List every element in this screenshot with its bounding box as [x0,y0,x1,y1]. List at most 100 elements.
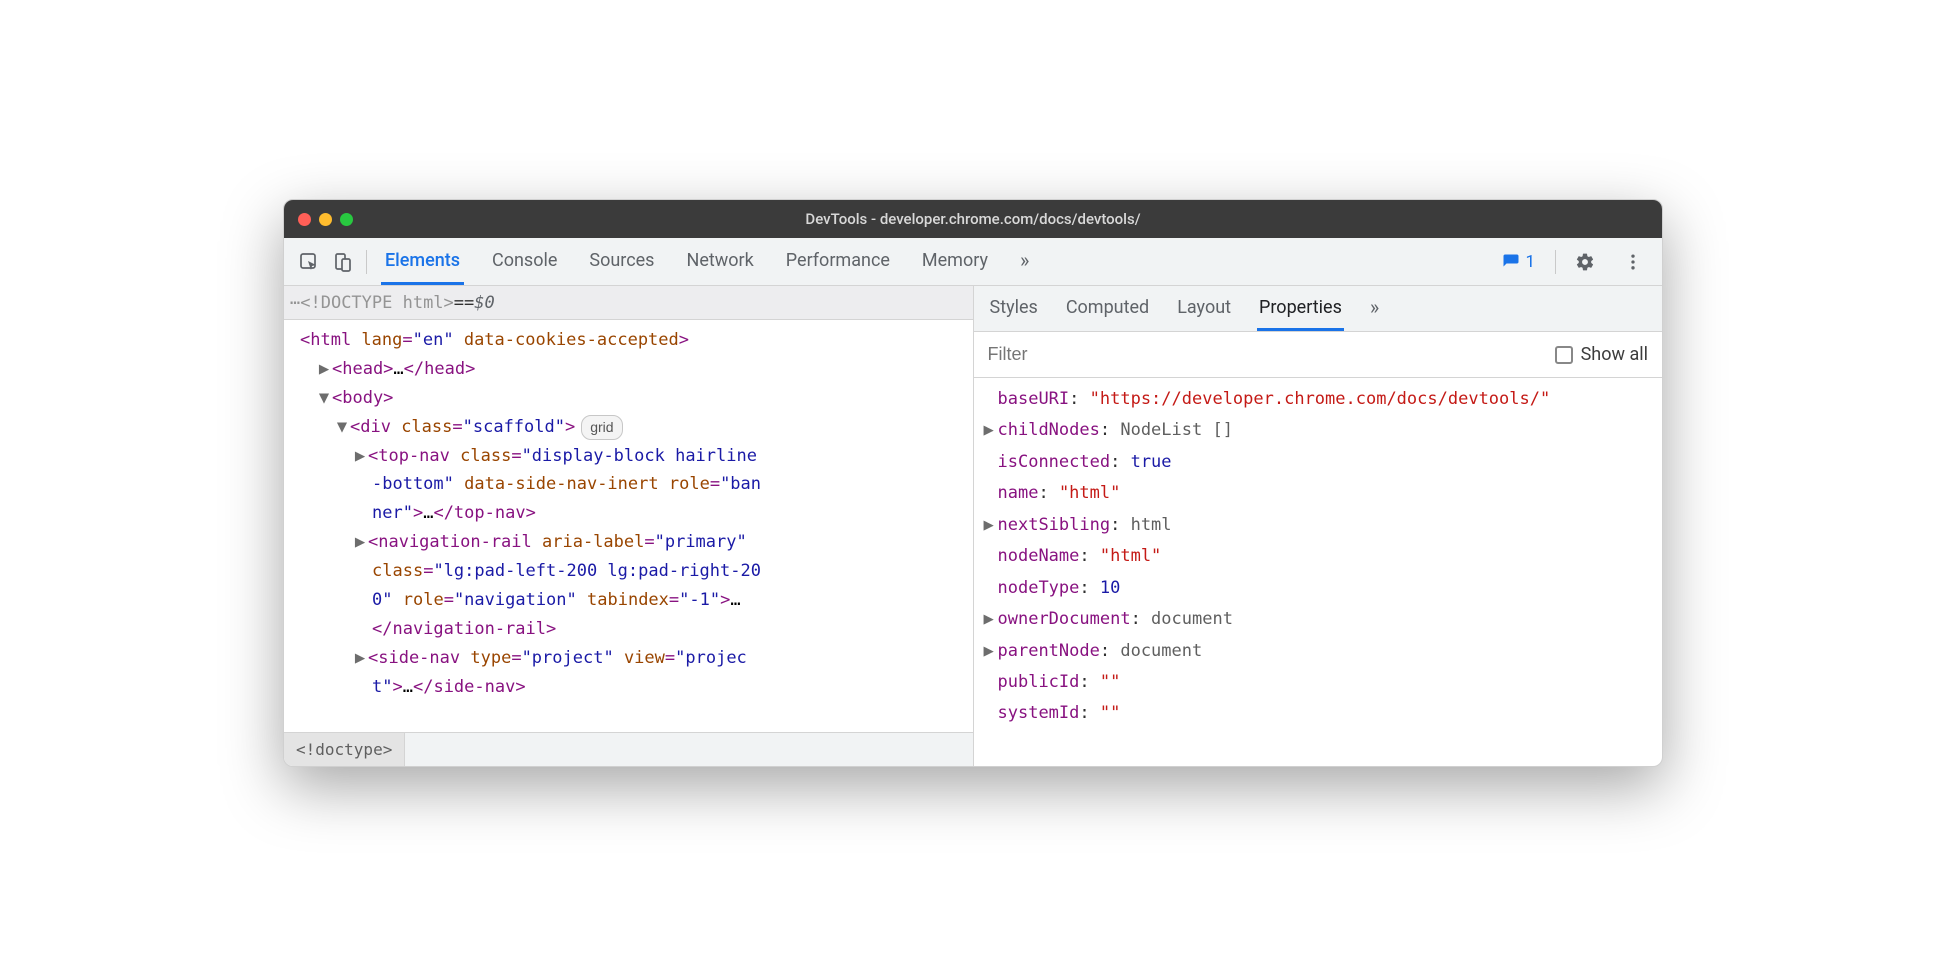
dom-node-navrail-close[interactable]: </navigation-rail> [290,615,973,644]
dom-node-sidenav[interactable]: ▶<side-nav type="project" view="projec [290,644,973,673]
toolbar-right: 1 [1496,247,1652,277]
property-value: "html" [1059,483,1120,503]
sidebar-tabs: Styles Computed Layout Properties » [974,286,1663,332]
expand-icon[interactable] [984,573,998,604]
dom-node-sidenav-cont[interactable]: t">…</side-nav> [290,673,973,702]
property-value: "" [1100,703,1120,723]
subtab-layout[interactable]: Layout [1175,286,1233,331]
property-row[interactable]: name: "html" [984,478,1653,509]
main-tabs: Elements Console Sources Network Perform… [375,238,1033,285]
filter-input[interactable] [988,344,1555,365]
expand-icon[interactable]: ▶ [354,442,366,471]
expand-icon[interactable] [984,384,998,415]
expand-icon[interactable]: ▶ [984,636,998,667]
tab-memory[interactable]: Memory [918,238,992,285]
toolbar-separator [1555,250,1556,274]
property-row[interactable]: ▶parentNode: document [984,636,1653,667]
property-value: document [1120,641,1202,661]
collapse-icon[interactable]: ▼ [318,384,330,413]
dom-node-navrail-cont[interactable]: class="lg:pad-left-200 lg:pad-right-20 [290,557,973,586]
more-menu-icon[interactable] [1618,247,1648,277]
expand-icon[interactable]: ▶ [984,510,998,541]
tab-console[interactable]: Console [488,238,561,285]
property-name: nodeType [998,578,1080,598]
expand-icon[interactable] [984,667,998,698]
inspect-element-icon[interactable] [294,247,324,277]
property-row[interactable]: systemId: "" [984,698,1653,729]
property-row[interactable]: ▶nextSibling: html [984,510,1653,541]
property-name: childNodes [998,420,1100,440]
device-toolbar-icon[interactable] [328,247,358,277]
expand-icon[interactable] [984,447,998,478]
property-row[interactable]: ▶childNodes: NodeList [] [984,415,1653,446]
issues-badge[interactable]: 1 [1496,250,1541,274]
property-name: baseURI [998,389,1070,409]
property-name: parentNode [998,641,1100,661]
property-name: isConnected [998,452,1111,472]
tab-sources[interactable]: Sources [585,238,658,285]
dom-node-topnav-cont[interactable]: -bottom" data-side-nav-inert role="ban [290,470,973,499]
devtools-window: DevTools - developer.chrome.com/docs/dev… [283,199,1663,767]
expand-icon[interactable]: ▶ [354,644,366,673]
dom-node-topnav[interactable]: ▶<top-nav class="display-block hairline [290,442,973,471]
titlebar: DevTools - developer.chrome.com/docs/dev… [284,200,1662,238]
property-value: document [1151,609,1233,629]
property-value: NodeList [] [1120,420,1233,440]
settings-gear-icon[interactable] [1570,247,1600,277]
layout-badge-grid[interactable]: grid [581,415,622,441]
elements-panel: ⋯ <!DOCTYPE html> == $0 <html lang="en" … [284,286,974,766]
expand-icon[interactable]: ▶ [984,604,998,635]
dom-node-navrail-cont2[interactable]: 0" role="navigation" tabindex="-1">… [290,586,973,615]
property-value: html [1131,515,1172,535]
window-title: DevTools - developer.chrome.com/docs/dev… [284,210,1662,228]
subtabs-overflow-icon[interactable]: » [1368,286,1381,331]
selected-doctype: <!DOCTYPE html> [300,293,454,313]
property-row[interactable]: publicId: "" [984,667,1653,698]
property-name: systemId [998,703,1080,723]
expand-icon[interactable]: ▶ [354,528,366,557]
property-value: "html" [1100,546,1161,566]
dom-node-html[interactable]: <html lang="en" data-cookies-accepted> [290,326,973,355]
property-value: 10 [1100,578,1120,598]
show-all-label: Show all [1581,344,1648,365]
tabs-overflow-icon[interactable]: » [1016,238,1033,285]
expand-icon[interactable] [984,698,998,729]
properties-list[interactable]: baseURI: "https://developer.chrome.com/d… [974,378,1663,766]
property-name: nextSibling [998,515,1111,535]
collapse-icon[interactable]: ▼ [336,413,348,442]
expand-icon[interactable] [984,541,998,572]
expand-icon[interactable]: ▶ [984,415,998,446]
property-value: true [1131,452,1172,472]
tab-performance[interactable]: Performance [782,238,894,285]
tab-network[interactable]: Network [682,238,757,285]
dom-node-head[interactable]: ▶<head>…</head> [290,355,973,384]
subtab-properties[interactable]: Properties [1257,286,1344,331]
dom-node-scaffold[interactable]: ▼<div class="scaffold">grid [290,413,973,442]
selection-eq: == [454,293,474,313]
property-value: "https://developer.chrome.com/docs/devto… [1090,389,1551,409]
breadcrumb-doctype[interactable]: <!doctype> [284,733,405,766]
expand-icon[interactable]: ▶ [318,355,330,384]
property-name: ownerDocument [998,609,1131,629]
property-row[interactable]: baseURI: "https://developer.chrome.com/d… [984,384,1653,415]
dom-selection-bar: ⋯ <!DOCTYPE html> == $0 [284,286,973,320]
property-name: nodeName [998,546,1080,566]
property-name: publicId [998,672,1080,692]
property-row[interactable]: nodeName: "html" [984,541,1653,572]
dom-node-topnav-cont2[interactable]: ner">…</top-nav> [290,499,973,528]
property-name: name [998,483,1039,503]
content: ⋯ <!DOCTYPE html> == $0 <html lang="en" … [284,286,1662,766]
dom-node-body[interactable]: ▼<body> [290,384,973,413]
breadcrumb-ellipsis: ⋯ [290,293,300,313]
tab-elements[interactable]: Elements [381,238,464,285]
toolbar-separator [366,250,367,274]
property-row[interactable]: isConnected: true [984,447,1653,478]
dom-tree[interactable]: <html lang="en" data-cookies-accepted> ▶… [284,320,973,732]
property-row[interactable]: ▶ownerDocument: document [984,604,1653,635]
subtab-computed[interactable]: Computed [1064,286,1151,331]
dom-node-navrail[interactable]: ▶<navigation-rail aria-label="primary" [290,528,973,557]
show-all-checkbox[interactable] [1555,346,1573,364]
subtab-styles[interactable]: Styles [988,286,1040,331]
expand-icon[interactable] [984,478,998,509]
property-row[interactable]: nodeType: 10 [984,573,1653,604]
